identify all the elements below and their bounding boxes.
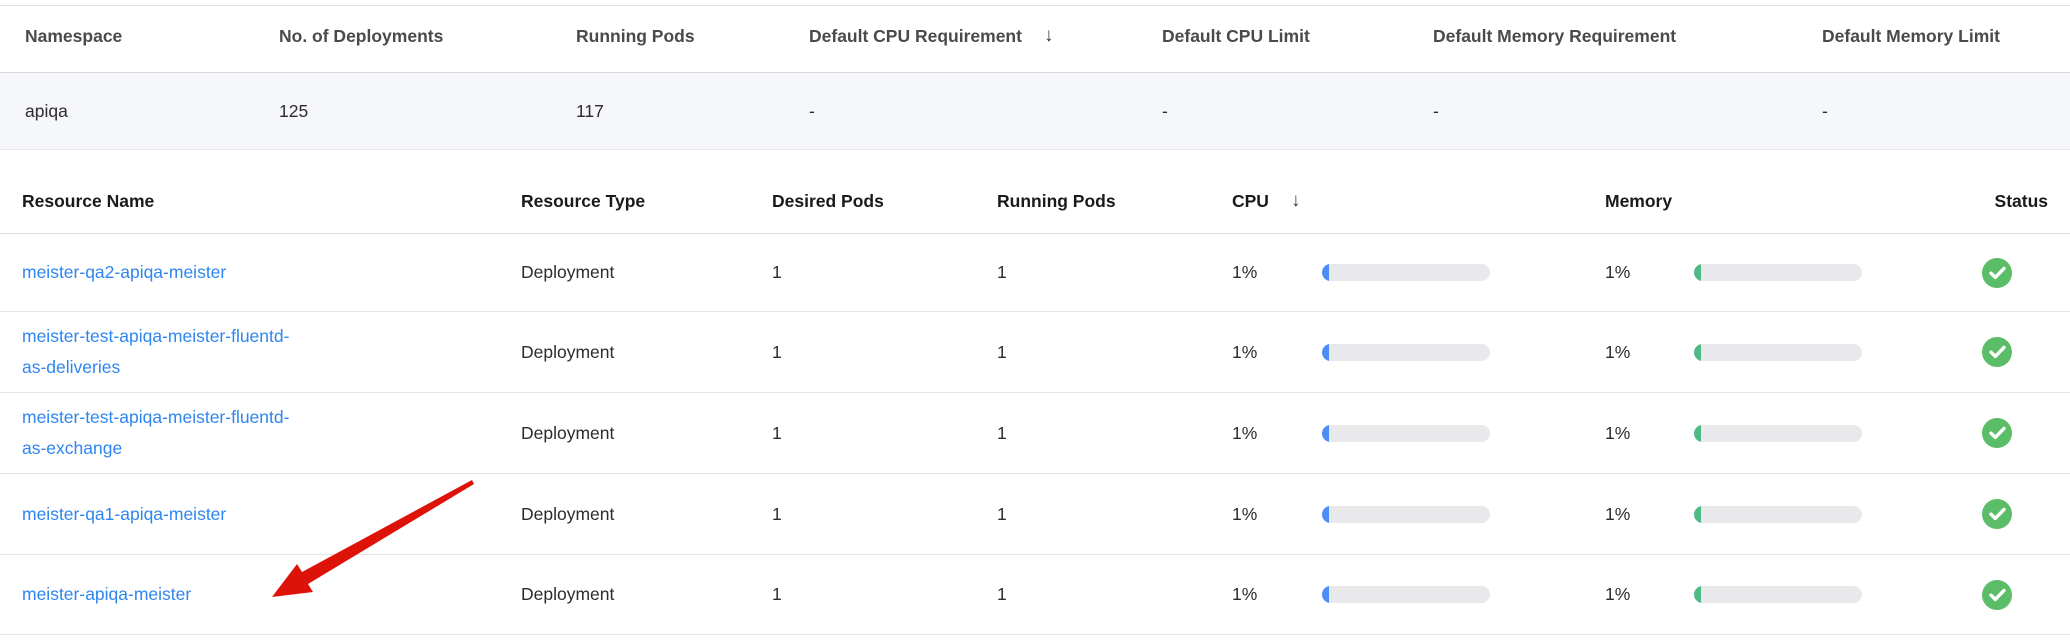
col-deployments-label: No. of Deployments xyxy=(279,26,443,47)
desired-pods: 1 xyxy=(772,504,997,525)
memory-percent: 1% xyxy=(1605,342,1694,363)
status-healthy-icon xyxy=(1982,499,2012,529)
resource-type: Deployment xyxy=(521,423,772,444)
running-pods: 1 xyxy=(997,504,1232,525)
table-row: meister-test-apiqa-meister-fluentd-as-ex… xyxy=(0,393,2070,474)
table-row: meister-qa2-apiqa-meister Deployment 1 1… xyxy=(0,234,2070,312)
col-status-label: Status xyxy=(1970,191,2070,212)
cpu-progress-bar xyxy=(1322,264,1490,281)
namespace-cpu-limit-value: - xyxy=(1162,101,1433,122)
col-default-memory-limit[interactable]: Default Memory Limit xyxy=(1822,26,2070,53)
resource-link[interactable]: meister-test-apiqa-meister-fluentd-as-ex… xyxy=(22,402,307,463)
cpu-percent: 1% xyxy=(1232,262,1322,283)
memory-progress-bar xyxy=(1694,506,1862,523)
running-pods: 1 xyxy=(997,423,1232,444)
col-running-pods[interactable]: Running Pods xyxy=(576,26,809,53)
col-cpu[interactable]: CPU ↓ xyxy=(1232,190,1605,212)
col-running-pods-label: Running Pods xyxy=(576,26,695,47)
cpu-progress-bar xyxy=(1322,344,1490,361)
status-healthy-icon xyxy=(1982,258,2012,288)
memory-percent: 1% xyxy=(1605,504,1694,525)
resource-link[interactable]: meister-qa1-apiqa-meister xyxy=(22,499,307,530)
cpu-percent: 1% xyxy=(1232,504,1322,525)
memory-progress-bar xyxy=(1694,264,1862,281)
memory-progress-bar xyxy=(1694,586,1862,603)
resource-table: Resource Name Resource Type Desired Pods… xyxy=(0,169,2070,635)
resource-table-header: Resource Name Resource Type Desired Pods… xyxy=(0,169,2070,234)
namespace-name: apiqa xyxy=(25,101,279,122)
status-healthy-icon xyxy=(1982,418,2012,448)
col-running-pods-2-label: Running Pods xyxy=(997,191,1116,212)
cpu-progress-bar xyxy=(1322,586,1490,603)
running-pods: 1 xyxy=(997,584,1232,605)
memory-progress-bar xyxy=(1694,344,1862,361)
table-row: meister-apiqa-meister Deployment 1 1 1% … xyxy=(0,555,2070,635)
resource-link[interactable]: meister-qa2-apiqa-meister xyxy=(22,257,307,288)
col-memory[interactable]: Memory xyxy=(1605,191,1970,212)
namespace-memory-limit-value: - xyxy=(1822,101,2070,122)
namespace-memory-requirement-value: - xyxy=(1433,101,1822,122)
col-desired-pods-label: Desired Pods xyxy=(772,191,884,212)
memory-percent: 1% xyxy=(1605,584,1694,605)
table-row: meister-qa1-apiqa-meister Deployment 1 1… xyxy=(0,474,2070,555)
cpu-percent: 1% xyxy=(1232,423,1322,444)
status-healthy-icon xyxy=(1982,580,2012,610)
cpu-percent: 1% xyxy=(1232,342,1322,363)
resource-type: Deployment xyxy=(521,342,772,363)
col-resource-type-label: Resource Type xyxy=(521,191,645,212)
col-running-pods-2[interactable]: Running Pods xyxy=(997,191,1232,212)
sort-descending-icon[interactable]: ↓ xyxy=(1291,190,1301,212)
running-pods: 1 xyxy=(997,262,1232,283)
workload-dashboard: Namespace No. of Deployments Running Pod… xyxy=(0,0,2070,642)
namespace-running-pods-count: 117 xyxy=(576,101,809,122)
memory-percent: 1% xyxy=(1605,262,1694,283)
resource-link-annotated[interactable]: meister-apiqa-meister xyxy=(22,579,307,610)
col-default-cpu-requirement-label: Default CPU Requirement xyxy=(809,26,1022,47)
cpu-percent: 1% xyxy=(1232,584,1322,605)
resource-type: Deployment xyxy=(521,262,772,283)
col-cpu-label: CPU xyxy=(1232,191,1269,212)
sort-descending-icon[interactable]: ↓ xyxy=(1044,25,1054,47)
namespace-deployments-count: 125 xyxy=(279,101,576,122)
col-default-memory-requirement-label: Default Memory Requirement xyxy=(1433,26,1676,47)
col-desired-pods[interactable]: Desired Pods xyxy=(772,191,997,212)
desired-pods: 1 xyxy=(772,262,997,283)
col-namespace[interactable]: Namespace xyxy=(25,26,279,53)
resource-link[interactable]: meister-test-apiqa-meister-fluentd-as-de… xyxy=(22,321,307,382)
col-resource-name[interactable]: Resource Name xyxy=(22,191,521,212)
col-namespace-label: Namespace xyxy=(25,26,122,47)
col-resource-name-label: Resource Name xyxy=(22,191,154,212)
col-default-cpu-limit[interactable]: Default CPU Limit xyxy=(1162,26,1433,53)
col-deployments[interactable]: No. of Deployments xyxy=(279,26,576,53)
resource-type: Deployment xyxy=(521,584,772,605)
cpu-progress-bar xyxy=(1322,425,1490,442)
col-default-cpu-limit-label: Default CPU Limit xyxy=(1162,26,1310,47)
namespace-cpu-requirement-value: - xyxy=(809,101,1162,122)
col-default-memory-limit-label: Default Memory Limit xyxy=(1822,26,2000,47)
namespace-table: Namespace No. of Deployments Running Pod… xyxy=(0,5,2070,150)
col-memory-label: Memory xyxy=(1605,191,1672,212)
col-default-memory-requirement[interactable]: Default Memory Requirement xyxy=(1433,26,1822,53)
resource-type: Deployment xyxy=(521,504,772,525)
memory-progress-bar xyxy=(1694,425,1862,442)
cpu-progress-bar xyxy=(1322,506,1490,523)
col-default-cpu-requirement[interactable]: Default CPU Requirement ↓ xyxy=(809,25,1162,53)
namespace-row-apiqa[interactable]: apiqa 125 117 - - - - xyxy=(0,73,2070,150)
col-resource-type[interactable]: Resource Type xyxy=(521,191,772,212)
running-pods: 1 xyxy=(997,342,1232,363)
memory-percent: 1% xyxy=(1605,423,1694,444)
col-status[interactable]: Status xyxy=(1970,191,2070,212)
status-healthy-icon xyxy=(1982,337,2012,367)
desired-pods: 1 xyxy=(772,342,997,363)
table-row: meister-test-apiqa-meister-fluentd-as-de… xyxy=(0,312,2070,393)
namespace-table-header: Namespace No. of Deployments Running Pod… xyxy=(0,5,2070,73)
desired-pods: 1 xyxy=(772,584,997,605)
desired-pods: 1 xyxy=(772,423,997,444)
